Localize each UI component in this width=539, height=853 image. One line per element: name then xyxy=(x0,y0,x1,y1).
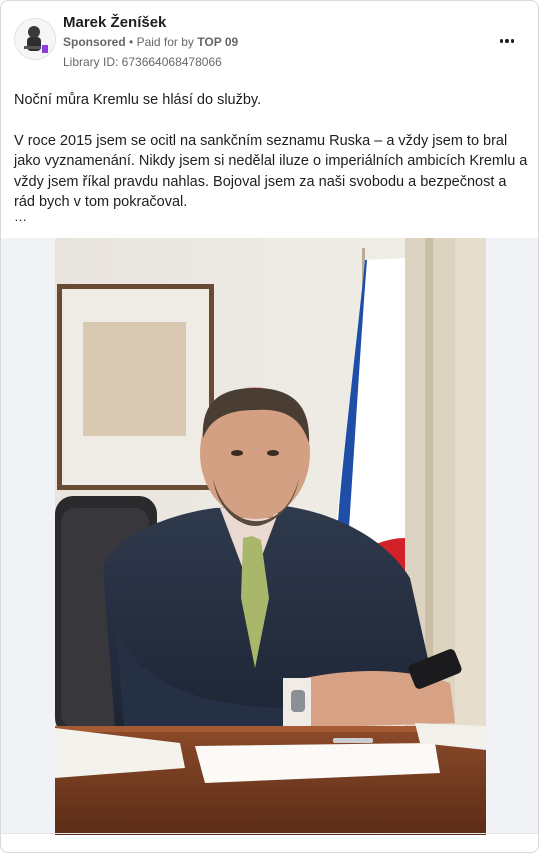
see-more-ellipsis[interactable]: … xyxy=(14,209,27,224)
paid-for-prefix: Paid for by xyxy=(136,35,194,49)
payer-name[interactable]: TOP 09 xyxy=(197,35,238,49)
sponsored-label: Sponsored xyxy=(63,35,126,49)
author-avatar[interactable] xyxy=(14,18,56,60)
post-paragraph: V roce 2015 jsem se ocitl na sankčním se… xyxy=(14,132,528,211)
avatar-image xyxy=(15,19,55,59)
card-bottom-divider xyxy=(1,833,538,834)
library-id: Library ID: 673664068478066 xyxy=(63,55,222,69)
sponsored-line: Sponsored • Paid for by TOP 09 xyxy=(63,35,238,49)
author-name[interactable]: Marek Ženíšek xyxy=(63,14,166,31)
ad-card: Marek Ženíšek Sponsored • Paid for by TO… xyxy=(0,0,539,853)
ad-media[interactable] xyxy=(1,238,538,835)
separator-dot: • xyxy=(129,35,137,49)
portrait-image xyxy=(55,238,486,835)
post-headline: Noční můra Kremlu se hlásí do služby. xyxy=(14,92,262,108)
post-body: Noční můra Kremlu se hlásí do služby. V … xyxy=(14,90,528,213)
more-options-icon[interactable] xyxy=(495,31,519,51)
ad-photo[interactable] xyxy=(55,238,486,835)
